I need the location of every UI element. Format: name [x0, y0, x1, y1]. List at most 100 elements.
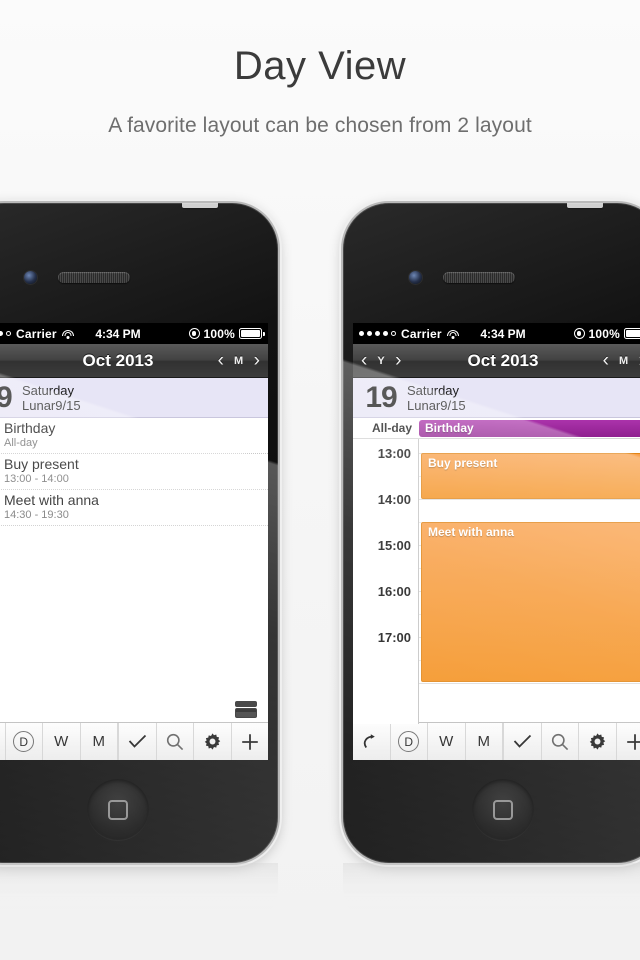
phone-left: Carrier 4:34 PM 100% Y › Oct 2013 ‹ — [0, 203, 278, 863]
month-button[interactable]: M — [466, 723, 503, 760]
date-day-number: 19 — [0, 380, 13, 414]
month-label: M — [234, 354, 244, 367]
task-button[interactable] — [118, 723, 157, 760]
battery-icon — [624, 328, 640, 339]
plus-icon — [241, 733, 258, 750]
magnifier-icon — [551, 733, 568, 750]
signal-strength-icon — [359, 331, 396, 336]
bottom-toolbar: D W M — [353, 722, 640, 760]
day-button[interactable]: D — [391, 723, 428, 760]
month-label: M — [619, 354, 629, 367]
all-day-event[interactable]: Birthday — [419, 419, 640, 437]
event-title: Meet with anna — [4, 491, 99, 508]
hour-gutter: 13:00 14:00 15:00 16:00 17:00 — [353, 439, 419, 724]
magnifier-icon — [166, 733, 183, 750]
signal-strength-icon — [0, 331, 11, 336]
list-item[interactable]: Birthday All-day — [0, 418, 268, 454]
event-title: Birthday — [4, 419, 56, 436]
redo-button[interactable] — [353, 723, 391, 760]
home-square-icon — [108, 800, 128, 820]
day-button[interactable]: D — [6, 723, 43, 760]
week-button[interactable]: W — [43, 723, 81, 760]
status-bar: Carrier 4:34 PM 100% — [353, 323, 640, 344]
phone-right: Carrier 4:34 PM 100% ‹ Y › Oct 2013 ‹ M … — [343, 203, 640, 863]
carrier-label: Carrier — [16, 326, 57, 341]
home-square-icon — [493, 800, 513, 820]
phone-right-screen: Carrier 4:34 PM 100% ‹ Y › Oct 2013 ‹ M … — [353, 323, 640, 760]
hour-label: 15:00 — [377, 538, 411, 553]
calendar-nav-bar: ‹ Y › Oct 2013 ‹ M › — [353, 344, 640, 378]
battery-percent-label: 100% — [203, 326, 235, 341]
hour-label: 14:00 — [377, 492, 411, 507]
carrier-label: Carrier — [401, 326, 442, 341]
search-button[interactable] — [542, 723, 579, 760]
phone-left-screen: Carrier 4:34 PM 100% Y › Oct 2013 ‹ — [0, 323, 268, 760]
agenda-list: Birthday All-day Buy present 13:00 - 14:… — [0, 418, 268, 526]
next-month-icon[interactable]: › — [254, 351, 260, 370]
hour-label: 16:00 — [377, 584, 411, 599]
wifi-icon — [446, 329, 459, 339]
rotation-lock-icon — [573, 328, 585, 339]
battery-icon — [239, 328, 265, 339]
month-button[interactable]: M — [81, 723, 118, 760]
page-title: Day View — [233, 44, 407, 88]
home-button[interactable] — [472, 779, 534, 841]
gear-icon — [589, 733, 605, 750]
event-title: Meet with anna — [428, 525, 515, 539]
hour-label: 13:00 — [377, 446, 411, 461]
day-timeline: All-day Birthday 13:00 14:00 15:00 16:00… — [353, 418, 640, 724]
earpiece-speaker-icon — [443, 272, 515, 283]
prev-month-icon[interactable]: ‹ — [218, 351, 224, 370]
prev-year-icon[interactable]: ‹ — [361, 351, 367, 370]
next-year-icon[interactable]: › — [395, 351, 401, 370]
circled-d-icon: D — [13, 731, 35, 752]
phone-body: Carrier 4:34 PM 100% Y › Oct 2013 ‹ — [0, 203, 278, 863]
power-button[interactable] — [182, 203, 218, 208]
status-bar: Carrier 4:34 PM 100% — [0, 323, 268, 344]
rotation-lock-icon — [188, 328, 200, 339]
earpiece-speaker-icon — [58, 272, 130, 283]
circled-d-icon: D — [398, 731, 420, 752]
event-time: 14:30 - 19:30 — [4, 508, 69, 521]
timeline-grid: 13:00 14:00 15:00 16:00 17:00 Buy presen… — [353, 439, 640, 724]
battery-percent-label: 100% — [588, 326, 620, 341]
date-header[interactable]: 19 Saturday Lunar9/15 — [353, 378, 640, 418]
settings-button[interactable] — [194, 723, 232, 760]
power-button[interactable] — [567, 203, 603, 208]
page-header: Day View A favorite layout can be chosen… — [0, 0, 640, 138]
date-lunar: Lunar9/15 — [22, 397, 81, 413]
timeline-event[interactable]: Meet with anna — [421, 522, 640, 682]
timeline-event[interactable]: Buy present — [421, 453, 640, 499]
search-button[interactable] — [157, 723, 194, 760]
event-time: All-day — [4, 436, 38, 449]
prev-month-icon[interactable]: ‹ — [603, 351, 609, 370]
add-button[interactable] — [617, 723, 640, 760]
event-title: Buy present — [428, 456, 498, 470]
phone-body: Carrier 4:34 PM 100% ‹ Y › Oct 2013 ‹ M … — [343, 203, 640, 863]
front-camera-icon — [24, 271, 37, 284]
checkmark-icon — [513, 734, 531, 748]
wifi-icon — [61, 329, 74, 339]
list-item[interactable]: Meet with anna 14:30 - 19:30 — [0, 490, 268, 526]
plus-icon — [626, 733, 640, 750]
date-day-of-week: Saturday — [22, 382, 75, 398]
week-button[interactable]: W — [428, 723, 466, 760]
home-button[interactable] — [87, 779, 149, 841]
stacked-cards-icon[interactable] — [235, 701, 257, 718]
checkmark-icon — [128, 734, 146, 748]
gear-icon — [204, 733, 220, 750]
list-item[interactable]: Buy present 13:00 - 14:00 — [0, 454, 268, 490]
redo-icon — [363, 734, 375, 749]
date-header[interactable]: 19 Saturday Lunar9/15 — [0, 378, 268, 418]
calendar-nav-bar: Y › Oct 2013 ‹ M › — [0, 344, 268, 378]
page-subtitle: A favorite layout can be chosen from 2 l… — [108, 114, 532, 137]
phone-left-reflection — [0, 863, 278, 933]
all-day-row: All-day Birthday — [353, 418, 640, 439]
year-label: Y — [377, 354, 386, 367]
settings-button[interactable] — [579, 723, 617, 760]
task-button[interactable] — [503, 723, 542, 760]
front-camera-icon — [409, 271, 422, 284]
add-button[interactable] — [232, 723, 269, 760]
bottom-toolbar: D W M — [0, 722, 268, 760]
event-time: 13:00 - 14:00 — [4, 472, 69, 485]
